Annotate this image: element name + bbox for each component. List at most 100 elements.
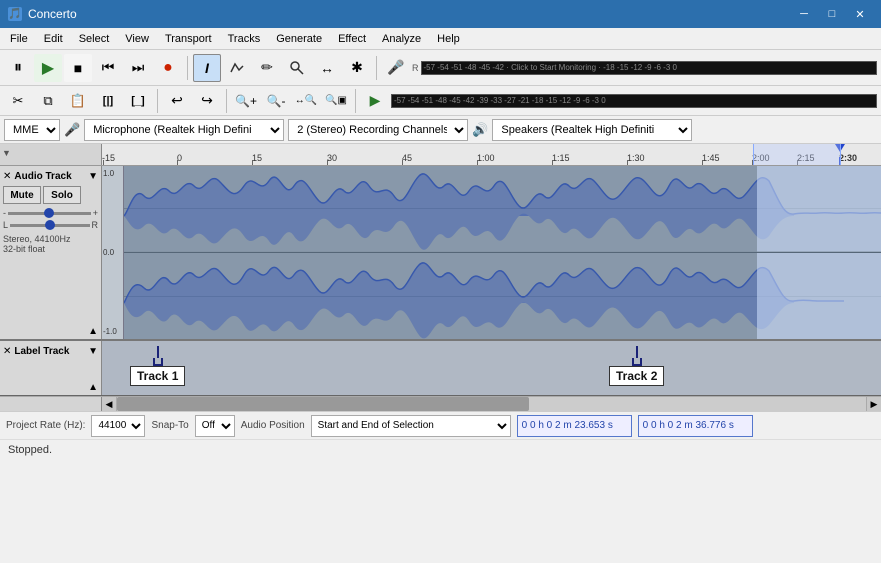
- label-track-waveform[interactable]: Track 1 Track 2: [102, 341, 881, 395]
- scrollbar-track[interactable]: [117, 397, 866, 411]
- label-track-expand-button[interactable]: ▲: [88, 382, 98, 393]
- solo-button[interactable]: Solo: [43, 186, 81, 204]
- driver-select[interactable]: MME: [4, 119, 60, 141]
- project-rate-select[interactable]: 44100: [91, 415, 145, 437]
- mute-button[interactable]: Mute: [3, 186, 41, 204]
- close-button[interactable]: ✕: [847, 4, 873, 24]
- menu-help[interactable]: Help: [429, 28, 468, 49]
- status-controls-row: Project Rate (Hz): 44100 Snap-To Off Aud…: [0, 412, 881, 440]
- menu-select[interactable]: Select: [71, 28, 118, 49]
- skip-end-button[interactable]: ⏭: [124, 54, 152, 82]
- redo-button[interactable]: ↪: [193, 87, 221, 115]
- gain-row: - +: [3, 208, 98, 218]
- mic-button[interactable]: 🎤: [382, 54, 410, 82]
- mic-device-select[interactable]: Microphone (Realtek High Defini: [84, 119, 284, 141]
- menu-file[interactable]: File: [2, 28, 36, 49]
- track-expand-button[interactable]: ▲: [88, 326, 98, 337]
- scroll-left-button[interactable]: ◀: [102, 397, 117, 411]
- label-pin-base1: [153, 358, 163, 366]
- channels-select[interactable]: 2 (Stereo) Recording Channels: [288, 119, 468, 141]
- cut-button[interactable]: ✂: [4, 87, 32, 115]
- zoom-sel-button[interactable]: 🔍▣: [322, 87, 350, 115]
- speaker-device-select[interactable]: Speakers (Realtek High Definiti: [492, 119, 692, 141]
- label-pin-stem2: [636, 346, 638, 358]
- menu-analyze[interactable]: Analyze: [374, 28, 429, 49]
- horizontal-scrollbar: ◀ ▶: [0, 396, 881, 411]
- mute-solo-row: Mute Solo: [3, 186, 98, 204]
- scrollbar-thumb[interactable]: [117, 397, 529, 411]
- label-track-dropdown[interactable]: ▼: [88, 346, 98, 357]
- pan-right-label: R: [92, 220, 99, 230]
- select-tool-button[interactable]: I: [193, 54, 221, 82]
- menu-effect[interactable]: Effect: [330, 28, 374, 49]
- record-button[interactable]: ●: [154, 54, 182, 82]
- selection-start-input[interactable]: [517, 415, 632, 437]
- trim-button[interactable]: [|]: [94, 87, 122, 115]
- waveform-bottom-svg: [124, 253, 881, 340]
- menu-transport[interactable]: Transport: [157, 28, 220, 49]
- envelope-tool-button[interactable]: [223, 54, 251, 82]
- audio-track-dropdown[interactable]: ▼: [88, 171, 98, 182]
- status-text-row: Stopped.: [0, 440, 881, 460]
- play-button[interactable]: ▶: [34, 54, 62, 82]
- pan-slider[interactable]: [10, 224, 89, 227]
- pan-row: L R: [3, 220, 98, 230]
- separator4: [226, 89, 227, 113]
- mic-icon: 🎤: [64, 122, 80, 138]
- paste-button[interactable]: 📋: [64, 87, 92, 115]
- track-expand-row: ▲: [3, 326, 98, 337]
- stop-button[interactable]: ■: [64, 54, 92, 82]
- ruler-spacer: ▼: [0, 144, 102, 165]
- waveform-top-channel: [124, 166, 881, 253]
- zoom-in-button[interactable]: 🔍+: [232, 87, 260, 115]
- zoom-out-button[interactable]: 🔍-: [262, 87, 290, 115]
- draw-tool-button[interactable]: ✏: [253, 54, 281, 82]
- label-track-header: ✕ Label Track ▼ ▲: [0, 341, 102, 395]
- label-pin-stem1: [157, 346, 159, 358]
- time-shift-tool-button[interactable]: ↔: [313, 54, 341, 82]
- zoom-fit-button[interactable]: ↔🔍: [292, 87, 320, 115]
- app-title: Concerto: [28, 7, 77, 21]
- silence-button[interactable]: [_]: [124, 87, 152, 115]
- waveform-bottom-channel: 1.0 0.0 -1.0: [124, 253, 881, 340]
- app-icon: 🎵: [8, 7, 22, 21]
- menu-generate[interactable]: Generate: [268, 28, 330, 49]
- menu-edit[interactable]: Edit: [36, 28, 71, 49]
- menubar: File Edit Select View Transport Tracks G…: [0, 28, 881, 50]
- label-track-expand-row: ▲: [3, 382, 98, 393]
- undo-button[interactable]: ↩: [163, 87, 191, 115]
- status-text: Stopped.: [8, 444, 52, 456]
- minimize-button[interactable]: ─: [791, 4, 817, 24]
- label-track-close[interactable]: ✕: [3, 346, 11, 357]
- zoom-tool-button[interactable]: [283, 54, 311, 82]
- separator5: [355, 89, 356, 113]
- level-meter-bottom: -57 -54 -51 -48 -45 -42 -39 -33 -27 -21 …: [394, 96, 606, 105]
- pause-button[interactable]: ⏸: [4, 54, 32, 82]
- selection-type-select[interactable]: Start and End of Selection: [311, 415, 511, 437]
- snap-to-select[interactable]: Off: [195, 415, 235, 437]
- audio-track-close[interactable]: ✕: [3, 171, 11, 182]
- speaker-icon: 🔊: [472, 122, 488, 138]
- audio-track-waveform[interactable]: 1.0 0.0 -1.0: [102, 166, 881, 339]
- menu-tracks[interactable]: Tracks: [220, 28, 269, 49]
- titlebar-left: 🎵 Concerto: [8, 7, 77, 21]
- menu-view[interactable]: View: [117, 28, 157, 49]
- project-rate-label: Project Rate (Hz):: [6, 420, 85, 431]
- ruler: -15 0 15 30 45 1:00 1:15 1:30 1:45 2:00 …: [102, 144, 881, 165]
- skip-start-button[interactable]: ⏮: [94, 54, 122, 82]
- multi-tool-button[interactable]: ✱: [343, 54, 371, 82]
- scroll-right-button[interactable]: ▶: [866, 397, 881, 411]
- label-track1: Track 1: [130, 346, 185, 386]
- label-text2[interactable]: Track 2: [609, 366, 664, 386]
- maximize-button[interactable]: □: [819, 4, 845, 24]
- label-text1[interactable]: Track 1: [130, 366, 185, 386]
- gain-min-label: -: [3, 208, 6, 218]
- waveform-scale: 1.0 0.0 -1.0: [102, 166, 124, 339]
- copy-button[interactable]: ⧉: [34, 87, 62, 115]
- level-meter-top: -57 -54 -51 -48 -45 -42 · Click to Start…: [424, 63, 677, 72]
- gain-slider[interactable]: [8, 212, 91, 215]
- play-once-button[interactable]: ▶: [361, 87, 389, 115]
- ruler-tick: [103, 160, 104, 165]
- selection-end-input[interactable]: [638, 415, 753, 437]
- separator2: [376, 56, 377, 80]
